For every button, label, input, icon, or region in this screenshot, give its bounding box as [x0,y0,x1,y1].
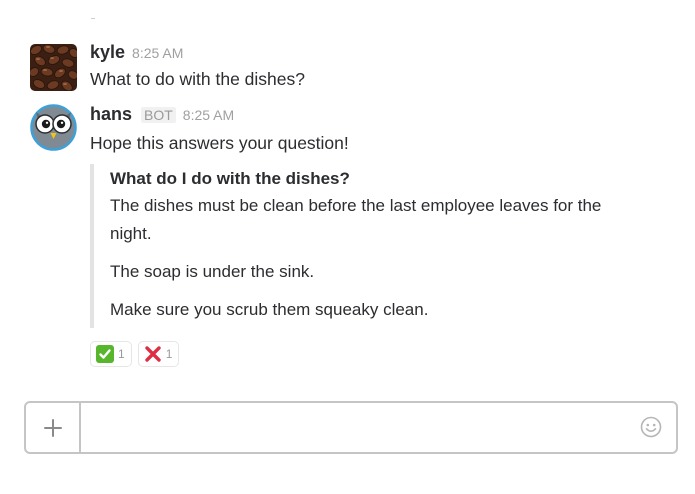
attachment-text: The dishes must be clean before the last… [110,192,654,324]
message-header: hans BOT 8:25 AM [90,104,675,126]
attachment-title: What do I do with the dishes? [110,169,350,188]
coffee-beans-avatar[interactable] [30,44,77,91]
reaction-count: 1 [165,347,173,361]
reaction-x[interactable]: 1 [137,341,180,367]
username[interactable]: kyle [90,42,125,63]
owl-avatar[interactable] [30,104,77,151]
attachment-paragraph: Make sure you scrub them squeaky clean. [110,300,429,319]
bot-badge: BOT [141,107,176,123]
attachment-paragraph: The dishes must be clean before the last… [110,196,602,243]
attachment-content: What do I do with the dishes? The dishes… [110,166,654,334]
username[interactable]: hans [90,104,132,125]
white-check-mark-icon [96,345,114,363]
message-body: kyle 8:25 AM What to do with the dishes? [90,42,675,92]
x-mark-icon [144,345,162,363]
plus-icon [43,418,63,438]
message-attachment: What do I do with the dishes? The dishes… [90,164,654,328]
attach-file-button[interactable] [26,403,81,452]
message-body: hans BOT 8:25 AM Hope this answers your … [90,104,675,156]
message-input[interactable] [82,403,622,452]
message-text: Hope this answers your question! [90,133,349,153]
timestamp[interactable]: 8:25 AM [132,45,183,61]
message-text: What to do with the dishes? [90,69,305,89]
message-header: kyle 8:25 AM [90,42,675,64]
timestamp[interactable]: 8:25 AM [183,107,234,123]
emoji-picker-button[interactable] [640,416,662,438]
reaction-check[interactable]: 1 [90,341,132,367]
divider [91,18,95,19]
smiley-icon [640,416,662,438]
message-composer [24,401,678,454]
attachment-paragraph: The soap is under the sink. [110,262,315,281]
reaction-count: 1 [118,347,125,361]
chat-window: kyle 8:25 AM What to do with the dishes? [0,0,695,494]
reactions-bar: 1 1 [90,341,180,367]
